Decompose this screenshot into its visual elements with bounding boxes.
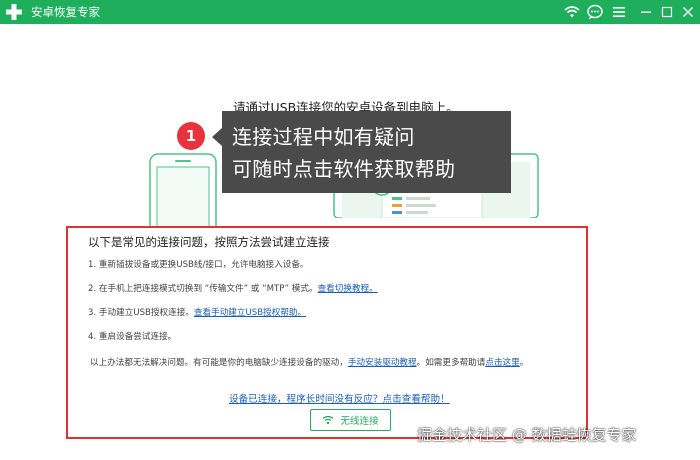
tooltip-arrow xyxy=(212,128,222,146)
help-item: 4. 重启设备尝试连接。 xyxy=(88,330,176,342)
watermark: 掘金技术社区 @ 数据蛙恢复专家 xyxy=(417,426,637,444)
help-item-text: 4. 重启设备尝试连接。 xyxy=(88,332,177,342)
help-item: 1. 重新插拔设备或更换USB线/接口，允许电脑接入设备。 xyxy=(88,258,309,270)
wireless-connect-button[interactable]: 无线连接 xyxy=(310,409,391,431)
menu-icon[interactable] xyxy=(610,3,628,21)
help-note-prefix: 以上办法都无法解决问题。有可能是你的电脑缺少连接设备的驱动， xyxy=(90,358,348,368)
no-response-help-link[interactable]: 设备已连接，程序长时间没有反应？点击查看帮助！ xyxy=(229,391,450,405)
step-badge: 1 xyxy=(177,122,205,150)
tooltip-line-2: 可随时点击软件获取帮助 xyxy=(232,157,456,181)
help-note-middle: 。如需更多帮助请 xyxy=(416,358,486,368)
tooltip-line-1: 连接过程中如有疑问 xyxy=(232,125,415,149)
app-title: 安卓恢复专家 xyxy=(31,5,100,19)
phone-illustration xyxy=(149,153,217,226)
wireless-connect-label: 无线连接 xyxy=(340,416,379,427)
help-heading: 以下是常见的连接问题，按照方法尝试建立连接 xyxy=(88,235,330,249)
switch-tutorial-link[interactable]: 查看切换教程。 xyxy=(318,284,378,294)
driver-tutorial-link[interactable]: 手动安装驱动教程 xyxy=(348,358,417,368)
chat-icon[interactable] xyxy=(586,3,604,21)
wifi-icon xyxy=(322,415,334,425)
usb-auth-help-link[interactable]: 查看手动建立USB授权帮助。 xyxy=(194,308,306,318)
help-note-suffix: 。 xyxy=(519,358,529,368)
close-icon[interactable] xyxy=(679,3,697,21)
plus-cross-icon xyxy=(6,4,22,20)
help-tooltip: 连接过程中如有疑问 可随时点击软件获取帮助 xyxy=(222,111,511,193)
minimize-icon[interactable] xyxy=(637,3,655,21)
wifi-icon[interactable] xyxy=(563,3,581,21)
help-item-text: 1. 重新插拔设备或更换USB线/接口，允许电脑接入设备。 xyxy=(88,260,309,270)
help-note: 以上办法都无法解决问题。有可能是你的电脑缺少连接设备的驱动，手动安装驱动教程。如… xyxy=(90,356,528,368)
help-item: 3. 手动建立USB授权连接。查看手动建立USB授权帮助。 xyxy=(88,306,306,318)
connection-help-panel: 以下是常见的连接问题，按照方法尝试建立连接 1. 重新插拔设备或更换USB线/接… xyxy=(66,226,588,439)
title-bar: 安卓恢复专家 xyxy=(0,0,700,24)
help-item-text: 3. 手动建立USB授权连接。 xyxy=(88,308,194,318)
maximize-icon[interactable] xyxy=(658,3,676,21)
help-item-text: 2. 在手机上把连接模式切换到 “传输文件” 或 “MTP” 模式。 xyxy=(88,284,318,294)
help-item: 2. 在手机上把连接模式切换到 “传输文件” 或 “MTP” 模式。查看切换教程… xyxy=(88,282,378,294)
click-here-link[interactable]: 点击这里 xyxy=(485,358,519,368)
